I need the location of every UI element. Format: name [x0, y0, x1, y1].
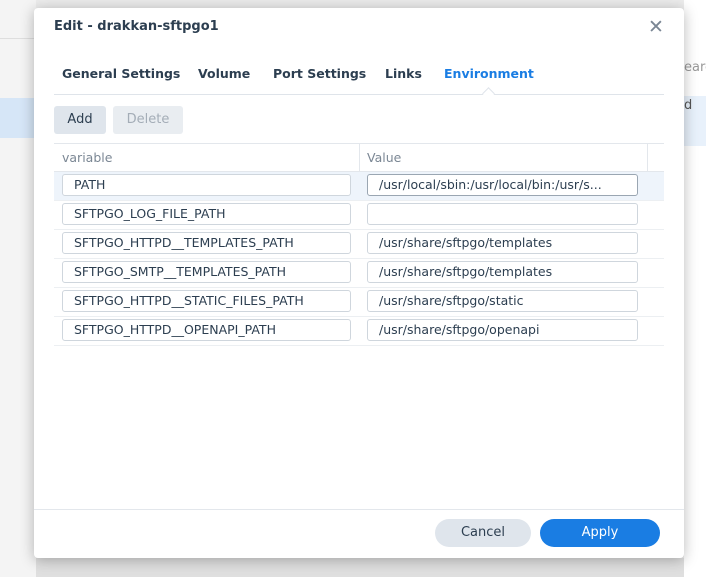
tab-links[interactable]: Links: [385, 66, 422, 81]
value-input[interactable]: /usr/share/sftpgo/openapi: [367, 319, 638, 341]
value-input[interactable]: /usr/share/sftpgo/templates: [367, 232, 638, 254]
tab-environment[interactable]: Environment: [444, 66, 534, 81]
value-input[interactable]: /usr/share/sftpgo/templates: [367, 261, 638, 283]
background-right-panel: [684, 0, 706, 577]
table-row[interactable]: SFTPGO_HTTPD__TEMPLATES_PATH /usr/share/…: [54, 230, 664, 259]
close-icon[interactable]: ✕: [646, 17, 666, 37]
variable-input[interactable]: SFTPGO_HTTPD__STATIC_FILES_PATH: [62, 290, 351, 312]
column-divider: [647, 144, 648, 171]
tab-bar: General Settings Volume Port Settings Li…: [54, 64, 664, 100]
tab-general-settings[interactable]: General Settings: [62, 66, 180, 81]
table-row[interactable]: SFTPGO_SMTP__TEMPLATES_PATH /usr/share/s…: [54, 259, 664, 288]
value-input[interactable]: [367, 203, 638, 225]
table-row[interactable]: PATH /usr/local/sbin:/usr/local/bin:/usr…: [54, 172, 664, 201]
tab-volume[interactable]: Volume: [198, 66, 250, 81]
delete-button[interactable]: Delete: [113, 106, 183, 134]
table-header: variable Value: [54, 143, 664, 172]
variable-input[interactable]: SFTPGO_HTTPD__OPENAPI_PATH: [62, 319, 351, 341]
column-header-value[interactable]: Value: [367, 150, 401, 165]
table-row[interactable]: SFTPGO_HTTPD__STATIC_FILES_PATH /usr/sha…: [54, 288, 664, 317]
table-row[interactable]: SFTPGO_HTTPD__OPENAPI_PATH /usr/share/sf…: [54, 317, 664, 346]
variable-input[interactable]: SFTPGO_LOG_FILE_PATH: [62, 203, 351, 225]
tab-port-settings[interactable]: Port Settings: [273, 66, 366, 81]
dialog-footer: Cancel Apply: [34, 509, 684, 558]
add-button[interactable]: Add: [54, 106, 106, 134]
column-divider: [359, 144, 360, 171]
value-input[interactable]: /usr/local/sbin:/usr/local/bin:/usr/s...: [367, 174, 638, 196]
variable-input[interactable]: PATH: [62, 174, 351, 196]
edit-container-dialog: Edit - drakkan-sftpgo1 ✕ General Setting…: [34, 8, 684, 558]
value-input[interactable]: /usr/share/sftpgo/static: [367, 290, 638, 312]
dialog-title: Edit - drakkan-sftpgo1: [54, 19, 219, 34]
cancel-button[interactable]: Cancel: [435, 519, 531, 547]
background-search-fragment: earc: [684, 60, 706, 75]
background-bottom-bar: [36, 558, 684, 577]
column-header-variable[interactable]: variable: [62, 150, 112, 165]
environment-table: variable Value PATH /usr/local/sbin:/usr…: [54, 143, 664, 346]
background-selected-row: [0, 98, 36, 138]
table-row[interactable]: SFTPGO_LOG_FILE_PATH: [54, 201, 664, 230]
background-text-fragment: d: [684, 98, 693, 113]
active-tab-indicator: [482, 87, 495, 100]
background-divider: [0, 38, 36, 39]
variable-input[interactable]: SFTPGO_SMTP__TEMPLATES_PATH: [62, 261, 351, 283]
apply-button[interactable]: Apply: [540, 519, 660, 547]
background-left-panel: [0, 0, 36, 577]
variable-input[interactable]: SFTPGO_HTTPD__TEMPLATES_PATH: [62, 232, 351, 254]
